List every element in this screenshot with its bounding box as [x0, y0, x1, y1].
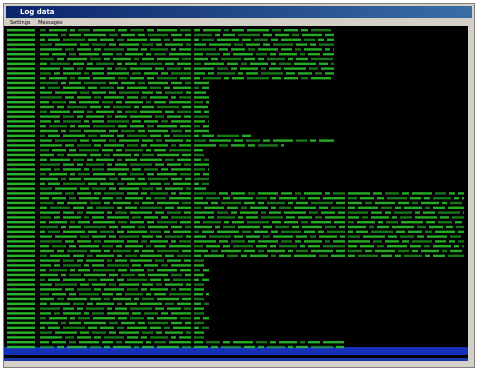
- log-row[interactable]: [7, 182, 209, 185]
- log-row[interactable]: [7, 33, 334, 37]
- log-row[interactable]: [7, 139, 334, 142]
- log-row[interactable]: [7, 149, 203, 152]
- selection-highlight-bar: [4, 358, 468, 361]
- log-row[interactable]: [7, 158, 209, 161]
- title-bar[interactable]: Log data: [6, 6, 472, 18]
- log-row[interactable]: [7, 297, 204, 301]
- log-row[interactable]: [7, 67, 334, 70]
- log-row[interactable]: [7, 187, 206, 190]
- log-row[interactable]: [7, 321, 204, 325]
- log-row[interactable]: [7, 81, 209, 85]
- log-row[interactable]: [7, 216, 464, 219]
- log-row[interactable]: [7, 326, 209, 329]
- log-row[interactable]: [7, 43, 334, 46]
- log-row[interactable]: [7, 259, 204, 262]
- log-row[interactable]: [7, 53, 334, 56]
- log-row[interactable]: [7, 245, 464, 248]
- log-row[interactable]: [7, 302, 209, 305]
- selected-row-highlight: [4, 347, 468, 355]
- log-row[interactable]: [7, 197, 464, 200]
- log-row[interactable]: [7, 29, 331, 32]
- log-row[interactable]: [7, 125, 209, 128]
- log-row[interactable]: [7, 278, 209, 281]
- log-row[interactable]: [7, 293, 209, 296]
- log-row[interactable]: [7, 317, 209, 320]
- log-row[interactable]: [7, 254, 464, 257]
- window-title: Log data: [20, 8, 55, 16]
- log-row[interactable]: [7, 62, 334, 65]
- log-row[interactable]: [7, 72, 334, 75]
- log-row[interactable]: [7, 264, 204, 267]
- log-row[interactable]: [7, 48, 334, 51]
- log-row[interactable]: [7, 77, 331, 80]
- log-row[interactable]: [7, 163, 209, 166]
- log-row[interactable]: [7, 91, 206, 94]
- log-row[interactable]: [7, 269, 209, 272]
- log-row[interactable]: [7, 86, 209, 89]
- log-row[interactable]: [7, 341, 344, 344]
- log-row[interactable]: [7, 96, 209, 99]
- log-row[interactable]: [7, 225, 464, 229]
- log-row[interactable]: [7, 211, 464, 214]
- log-row[interactable]: [7, 153, 204, 157]
- log-row[interactable]: [7, 312, 204, 315]
- log-row[interactable]: [7, 192, 464, 195]
- log-lines: [4, 29, 468, 355]
- log-row[interactable]: [7, 206, 464, 209]
- log-row[interactable]: [7, 283, 204, 286]
- log-row[interactable]: [7, 331, 204, 334]
- log-row[interactable]: [7, 144, 284, 147]
- log-row[interactable]: [7, 168, 209, 171]
- log-row[interactable]: [7, 120, 209, 123]
- log-row[interactable]: [7, 101, 209, 104]
- log-row[interactable]: [7, 240, 464, 243]
- log-row[interactable]: [7, 230, 464, 233]
- log-row[interactable]: [7, 221, 462, 224]
- log-row[interactable]: [7, 134, 251, 137]
- log-console[interactable]: [4, 26, 468, 358]
- log-row[interactable]: [7, 115, 209, 118]
- log-row[interactable]: [7, 177, 209, 181]
- log-row[interactable]: [7, 288, 204, 291]
- log-row[interactable]: [7, 110, 209, 113]
- log-row[interactable]: [7, 129, 209, 133]
- log-row[interactable]: [7, 201, 462, 205]
- log-row[interactable]: [7, 105, 208, 109]
- log-row[interactable]: [7, 38, 334, 41]
- log-row[interactable]: [7, 235, 461, 238]
- log-row[interactable]: [7, 336, 204, 339]
- log-row[interactable]: [7, 173, 209, 176]
- log-row[interactable]: [7, 249, 462, 253]
- log-row[interactable]: [7, 273, 204, 277]
- log-row[interactable]: [7, 307, 204, 310]
- log-row[interactable]: [7, 57, 333, 61]
